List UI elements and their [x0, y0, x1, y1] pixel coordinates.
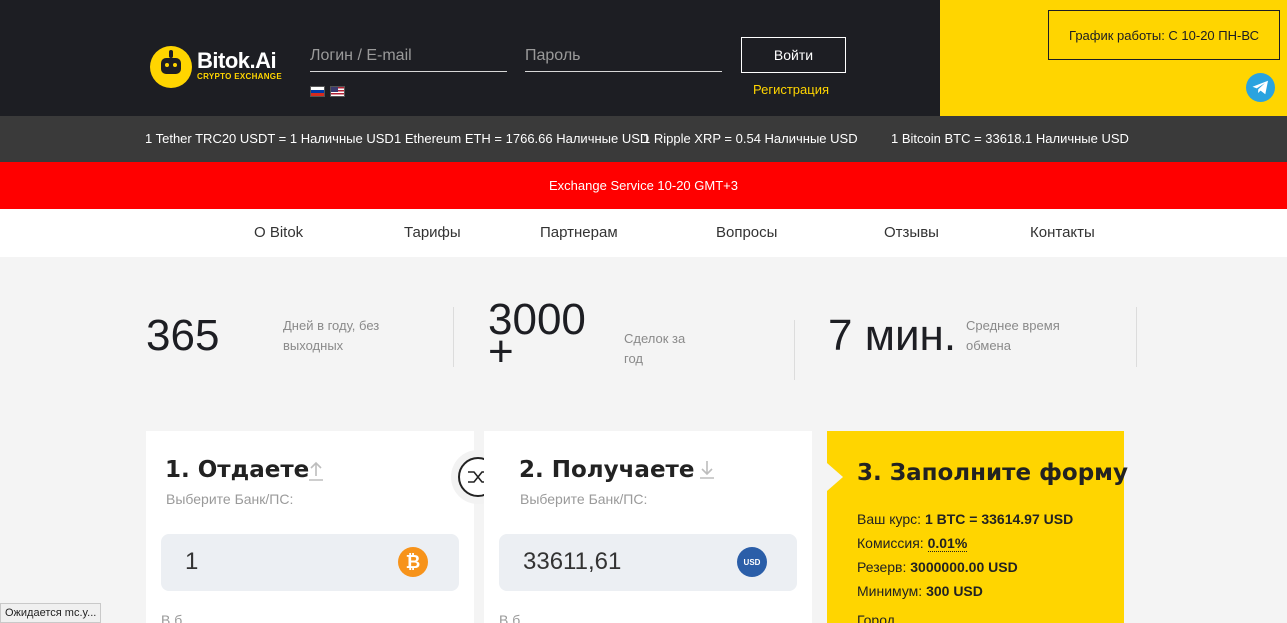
telegram-icon[interactable]: [1246, 73, 1275, 102]
brand-name[interactable]: Bitok.Ai: [197, 48, 277, 74]
register-link[interactable]: Регистрация: [753, 82, 829, 97]
rate-row: Ваш курс: 1 BTC = 33614.97 USD: [857, 511, 1073, 527]
rate-value: 1 BTC = 33614.97 USD: [924, 511, 1074, 527]
nav-item-faq[interactable]: Вопросы: [716, 224, 777, 241]
logo-icon[interactable]: [150, 46, 192, 88]
rate-label: Ваш курс:: [857, 511, 922, 527]
nav-item-reviews[interactable]: Отзывы: [884, 224, 939, 241]
form-title: 3. Заполните форму: [857, 460, 1128, 486]
receive-amount-input[interactable]: [523, 547, 723, 577]
main-nav: О Bitok Тарифы Партнерам Вопросы Отзывы …: [0, 209, 1287, 257]
stat-time-desc: Среднее время обмена: [966, 318, 1060, 353]
reserve-row: Резерв: 3000000.00 USD: [857, 559, 1018, 575]
minimum-value: 300 USD: [926, 583, 983, 599]
rates-ticker: 1 Tether TRC20 USDT = 1 Наличные USD 1 E…: [0, 116, 1287, 162]
minimum-label: Минимум:: [857, 583, 923, 599]
nav-item-about[interactable]: О Bitok: [254, 224, 303, 241]
give-title: 1. Отдаете: [165, 457, 310, 483]
upload-arrow-icon: [309, 461, 323, 481]
divider: [453, 307, 454, 367]
stat-deals-suffix: +: [488, 327, 514, 376]
schedule-box: График работы: С 10-20 ПН-ВС: [1048, 10, 1280, 60]
bitcoin-icon: ₿: [398, 547, 428, 577]
notice-bar: Exchange Service 10-20 GMT+3: [0, 162, 1287, 209]
minimum-row: Минимум: 300 USD: [857, 583, 983, 599]
flag-us-icon[interactable]: [330, 86, 345, 97]
browser-status-bar: Ожидается mc.y...: [0, 603, 102, 623]
divider: [794, 320, 795, 380]
give-amount-input[interactable]: [185, 547, 385, 577]
receive-title: 2. Получаете: [519, 457, 695, 483]
ticker-item: 1 Bitcoin BTC = 33618.1 Наличные USD: [891, 131, 1129, 146]
nav-item-contacts[interactable]: Контакты: [1030, 224, 1095, 241]
nav-item-tariffs[interactable]: Тарифы: [404, 224, 461, 241]
commission-label: Комиссия:: [857, 535, 924, 551]
ticker-item: 1 Tether TRC20 USDT = 1 Наличные USD: [145, 131, 394, 146]
password-input[interactable]: [525, 40, 722, 72]
usd-icon: USD: [737, 547, 767, 577]
stat-deals-desc: Сделок за год: [624, 331, 686, 366]
give-subtitle: Выберите Банк/ПС:: [166, 491, 294, 507]
commission-row: Комиссия: 0.01%: [857, 535, 968, 552]
commission-value[interactable]: 0.01%: [927, 535, 968, 552]
stat-time-value: 7 мин.: [828, 311, 957, 360]
ticker-item: 1 Ripple XRP = 0.54 Наличные USD: [643, 131, 858, 146]
divider: [1136, 307, 1137, 367]
reserve-label: Резерв:: [857, 559, 907, 575]
flag-ru-icon[interactable]: [310, 86, 325, 97]
login-button[interactable]: Войти: [741, 37, 846, 73]
receive-amount-box: USD: [499, 534, 797, 591]
give-next-label-cut: В б: [161, 612, 183, 623]
receive-next-label-cut: В б: [499, 612, 521, 623]
download-arrow-icon: [700, 461, 714, 479]
give-amount-box: ₿: [161, 534, 459, 591]
form-notch: [827, 463, 843, 491]
header: Bitok.Ai CRYPTO EXCHANGE Войти Регистрац…: [0, 0, 940, 116]
nav-item-partners[interactable]: Партнерам: [540, 224, 618, 241]
login-input[interactable]: [310, 40, 507, 72]
stat-days-desc: Дней в году, без выходных: [283, 318, 380, 353]
reserve-value: 3000000.00 USD: [910, 559, 1018, 575]
stat-days-value: 365: [146, 311, 220, 360]
receive-subtitle: Выберите Банк/ПС:: [520, 491, 648, 507]
ticker-item: 1 Ethereum ETH = 1766.66 Наличные USD: [394, 131, 650, 146]
form-next-label-cut: Город: [857, 612, 895, 623]
brand-tagline: CRYPTO EXCHANGE: [197, 72, 282, 81]
